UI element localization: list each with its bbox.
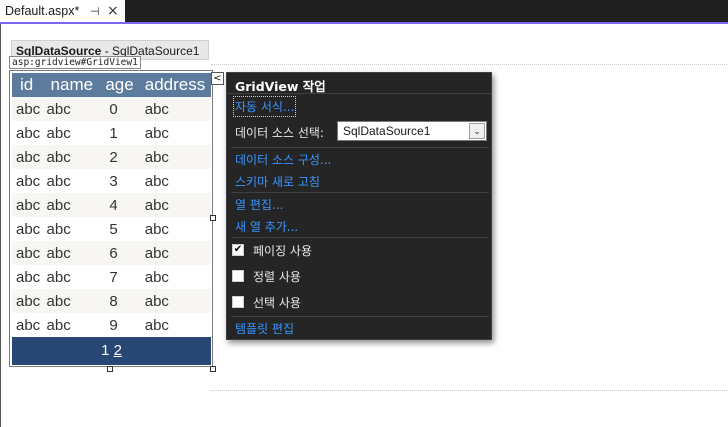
cell-id: abc: [12, 145, 43, 169]
cell-name: abc: [42, 121, 98, 145]
divider: [231, 147, 489, 148]
edit-templates-link[interactable]: 템플릿 편집: [235, 320, 294, 337]
cell-address: abc: [136, 97, 211, 121]
enable-selection-label: 선택 사용: [253, 296, 301, 310]
cell-name: abc: [42, 217, 98, 241]
cell-name: abc: [42, 313, 98, 337]
cell-id: abc: [12, 313, 43, 337]
gridview-control[interactable]: id name age address abc abc 0 abc abc abc 1 ab…: [9, 70, 213, 367]
cell-address: abc: [136, 217, 211, 241]
close-icon[interactable]: ×: [107, 4, 121, 18]
table-row: abc abc 4 abc: [12, 193, 211, 217]
document-tab-bar: Default.aspx* ⊣ ×: [0, 0, 728, 24]
smart-tag-arrow-icon[interactable]: <: [211, 72, 224, 85]
cell-age: 0: [97, 97, 137, 121]
cell-address: abc: [136, 193, 211, 217]
cell-id: abc: [12, 121, 43, 145]
cell-age: 7: [97, 265, 137, 289]
cell-id: abc: [12, 97, 43, 121]
cell-address: abc: [136, 289, 211, 313]
gridview-tag-label: asp:gridview#GridView1: [9, 56, 141, 69]
cell-name: abc: [42, 289, 98, 313]
enable-sorting-label: 정렬 사용: [253, 270, 301, 284]
cell-name: abc: [42, 265, 98, 289]
table-row: abc abc 5 abc: [12, 217, 211, 241]
resize-handle-right[interactable]: [210, 215, 216, 221]
enable-paging-label: 페이징 사용: [253, 244, 313, 258]
table-row: abc abc 8 abc: [12, 289, 211, 313]
cell-age: 4: [97, 193, 137, 217]
cell-address: abc: [136, 265, 211, 289]
cell-name: abc: [42, 241, 98, 265]
cell-age: 9: [97, 313, 137, 337]
enable-selection-checkbox[interactable]: [232, 296, 244, 308]
cell-name: abc: [42, 145, 98, 169]
tab-title: Default.aspx*: [5, 4, 80, 18]
cell-id: abc: [12, 217, 43, 241]
tab-default-aspx[interactable]: Default.aspx* ⊣ ×: [0, 0, 125, 24]
table-row: abc abc 7 abc: [12, 265, 211, 289]
add-column-link[interactable]: 새 열 추가...: [235, 218, 298, 235]
auto-format-link[interactable]: 자동 서식...: [232, 96, 297, 117]
cell-address: abc: [136, 313, 211, 337]
cell-id: abc: [12, 169, 43, 193]
divider: [231, 192, 489, 193]
chevron-down-icon[interactable]: ⌄: [469, 123, 485, 139]
cell-address: abc: [136, 169, 211, 193]
cell-age: 8: [97, 289, 137, 313]
gridview-header-row: id name age address: [12, 73, 211, 97]
cell-name: abc: [42, 169, 98, 193]
cell-address: abc: [136, 241, 211, 265]
resize-handle-corner[interactable]: [210, 366, 216, 372]
container-guide-top: [211, 64, 728, 65]
enable-paging-checkbox[interactable]: ✔: [232, 244, 244, 256]
cell-id: abc: [12, 265, 43, 289]
choose-datasource-value: SqlDataSource1: [343, 124, 431, 138]
cell-address: abc: [136, 145, 211, 169]
edit-columns-link[interactable]: 열 편집...: [235, 196, 283, 213]
divider: [231, 237, 489, 238]
column-header-id: id: [12, 73, 43, 97]
table-row: abc abc 9 abc: [12, 313, 211, 337]
cell-id: abc: [12, 193, 43, 217]
cell-age: 6: [97, 241, 137, 265]
enable-sorting-checkbox[interactable]: [232, 270, 244, 282]
choose-datasource-dropdown[interactable]: SqlDataSource1 ⌄: [337, 121, 487, 141]
table-row: abc abc 0 abc: [12, 97, 211, 121]
configure-datasource-link[interactable]: 데이터 소스 구성...: [235, 151, 331, 168]
table-row: abc abc 6 abc: [12, 241, 211, 265]
resize-handle-bottom[interactable]: [107, 366, 113, 372]
column-header-address: address: [136, 73, 211, 97]
divider: [231, 316, 489, 317]
cell-id: abc: [12, 241, 43, 265]
refresh-schema-link[interactable]: 스키마 새로 고침: [235, 173, 320, 190]
cell-name: abc: [42, 193, 98, 217]
gridview-tasks-panel: GridView 작업 자동 서식... 데이터 소스 선택: SqlDataS…: [226, 72, 492, 340]
cell-name: abc: [42, 97, 98, 121]
cell-age: 2: [97, 145, 137, 169]
cell-age: 3: [97, 169, 137, 193]
divider: [227, 93, 491, 94]
table-row: abc abc 1 abc: [12, 121, 211, 145]
pager-current-page: 1: [101, 342, 110, 359]
column-header-age: age: [97, 73, 137, 97]
gridview-pager: 1 2: [12, 337, 211, 365]
pin-icon[interactable]: ⊣: [90, 6, 102, 18]
container-guide-bottom: [211, 390, 728, 391]
table-row: abc abc 2 abc: [12, 145, 211, 169]
pager-page-link[interactable]: 2: [114, 342, 122, 359]
cell-id: abc: [12, 289, 43, 313]
cell-address: abc: [136, 121, 211, 145]
column-header-name: name: [42, 73, 98, 97]
cell-age: 5: [97, 217, 137, 241]
gridview-table: id name age address abc abc 0 abc abc abc 1 ab…: [12, 73, 211, 337]
table-row: abc abc 3 abc: [12, 169, 211, 193]
choose-datasource-label: 데이터 소스 선택:: [235, 126, 324, 140]
cell-age: 1: [97, 121, 137, 145]
